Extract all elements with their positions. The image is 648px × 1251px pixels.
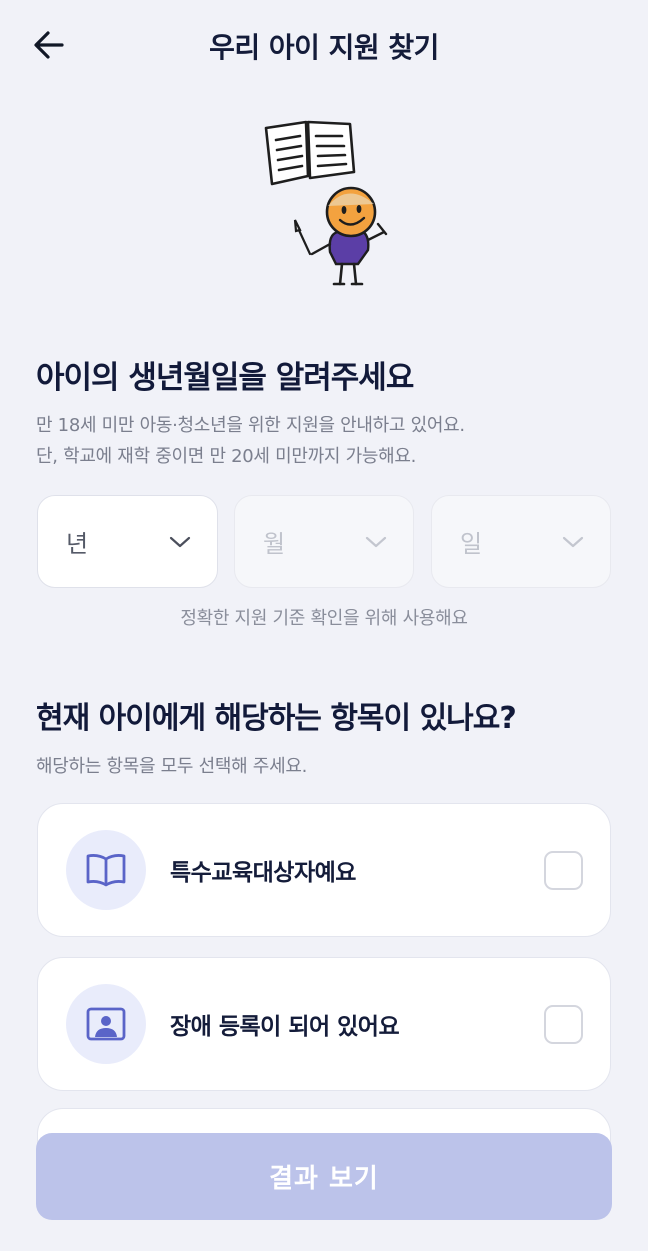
card-icon-wrap	[66, 984, 146, 1064]
birthdate-hint: 정확한 지원 기준 확인을 위해 사용해요	[180, 608, 468, 629]
year-select-label: 년	[66, 530, 89, 558]
birthdate-desc-line1: 만 18세 미만 아동·청소년을 위한 지원을 안내하고 있어요.	[36, 415, 465, 436]
condition-label: 특수교육대상자예요	[170, 860, 356, 886]
page-title: 우리 아이 지원 찾기	[209, 31, 439, 64]
view-results-button[interactable]: 결과 보기	[36, 1133, 612, 1220]
card-icon-wrap	[66, 830, 146, 910]
chevron-down-icon	[562, 536, 584, 547]
condition-label: 장애 등록이 되어 있어요	[170, 1014, 400, 1040]
birthdate-title: 아이의 생년월일을 알려주세요	[36, 360, 414, 396]
child-with-book-illustration	[264, 120, 388, 286]
chevron-down-icon	[365, 536, 387, 547]
day-select-label: 일	[460, 530, 483, 558]
month-select[interactable]: 월	[234, 495, 414, 588]
condition-card-special-education[interactable]: 특수교육대상자예요	[37, 803, 611, 937]
conditions-desc: 해당하는 항목을 모두 선택해 주세요.	[36, 756, 308, 777]
book-icon	[86, 854, 126, 887]
month-select-label: 월	[263, 530, 286, 558]
condition-card-disability-registered[interactable]: 장애 등록이 되어 있어요	[37, 957, 611, 1091]
conditions-title: 현재 아이에게 해당하는 항목이 있나요?	[36, 701, 517, 736]
top-bar: 우리 아이 지원 찾기	[0, 0, 648, 90]
year-select[interactable]: 년	[37, 495, 218, 588]
birthdate-desc-line2: 단, 학교에 재학 중이면 만 20세 미만까지 가능해요.	[36, 446, 417, 467]
chevron-down-icon	[169, 536, 191, 547]
day-select[interactable]: 일	[431, 495, 611, 588]
condition-checkbox[interactable]	[544, 851, 583, 890]
id-card-icon	[86, 1007, 126, 1041]
condition-checkbox[interactable]	[544, 1005, 583, 1044]
app-screen: 우리 아이 지원 찾기 아이의 생년월일을 알려주세요 만 18세 미만 아동·…	[0, 0, 648, 1251]
